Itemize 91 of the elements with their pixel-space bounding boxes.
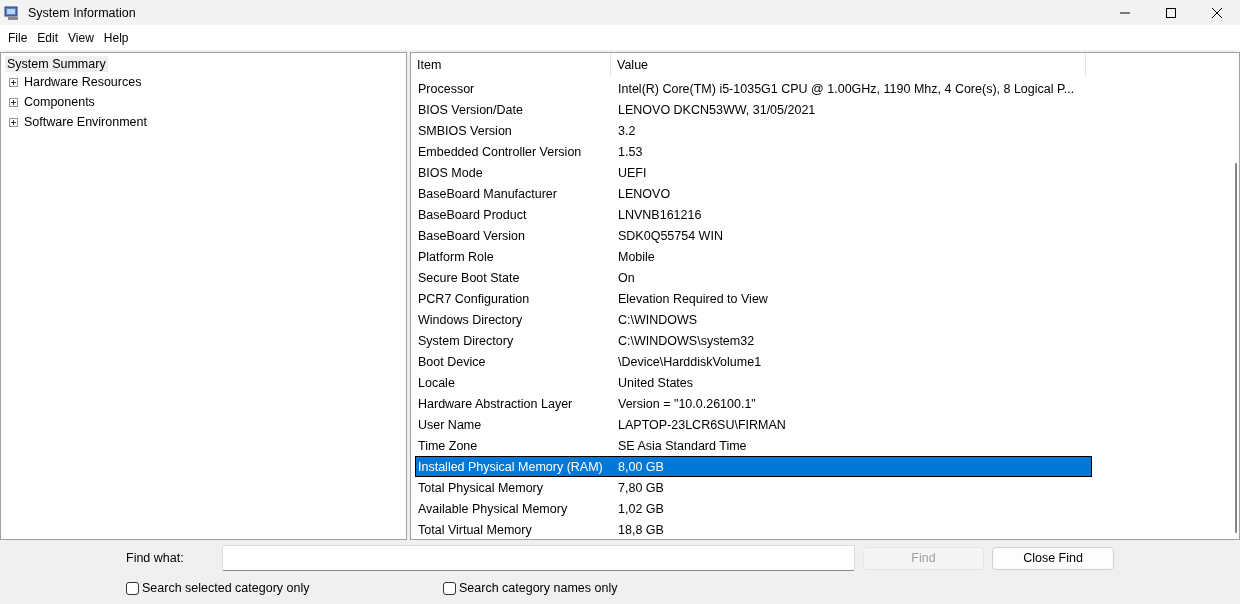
table-row[interactable]: BaseBoard Manufacturer LENOVO xyxy=(415,183,1092,204)
tree-item[interactable]: Components xyxy=(22,94,97,110)
table-cell-text: Secure Boot State xyxy=(417,270,521,285)
table-row[interactable]: Total Virtual Memory 18,8 GB xyxy=(415,519,1092,539)
table-cell-text: Available Physical Memory xyxy=(417,501,569,516)
table-cell-text: SE Asia Standard Time xyxy=(617,438,748,453)
table-cell-text: 1.53 xyxy=(617,144,644,159)
table-cell-text: C:\WINDOWS\system32 xyxy=(617,333,756,348)
table-cell-text: Locale xyxy=(417,375,456,390)
table-row[interactable]: BIOS Version/Date LENOVO DKCN53WW, 31/05/2021 xyxy=(415,99,1092,120)
table-cell-text: Processor xyxy=(417,81,476,96)
table-cell-text: BaseBoard Product xyxy=(417,207,528,222)
table-cell-text: 1,02 GB xyxy=(617,501,665,516)
find-label: Find what: xyxy=(126,551,185,565)
app-icon xyxy=(4,4,20,21)
table-cell-text: Boot Device xyxy=(417,354,487,369)
table-cell-text: Intel(R) Core(TM) i5-1035G1 CPU @ 1.00GHz, 1190 Mhz, 4 Core(s), 8 Logical P... xyxy=(617,81,1076,96)
table-cell-text: Hardware Abstraction Layer xyxy=(417,396,574,411)
table-row[interactable]: SMBIOS Version 3.2 xyxy=(415,120,1092,141)
table-row[interactable]: Boot Device \Device\HarddiskVolume1 xyxy=(415,351,1092,372)
table-row[interactable]: BaseBoard Product LNVNB161216 xyxy=(415,204,1092,225)
table-cell-text: Version = "10.0.26100.1" xyxy=(617,396,757,411)
maximize-icon[interactable] xyxy=(1165,6,1177,19)
tree-item[interactable]: Software Environment xyxy=(22,114,149,130)
menu-item[interactable]: File xyxy=(4,28,32,47)
column-header[interactable]: Value xyxy=(611,53,1086,77)
table-cell-text: 3.2 xyxy=(617,123,637,138)
table-cell-text: Installed Physical Memory (RAM) xyxy=(417,459,604,474)
expand-icon[interactable] xyxy=(9,77,18,87)
table-cell-text: LENOVO DKCN53WW, 31/05/2021 xyxy=(617,102,817,117)
table-row[interactable]: Platform Role Mobile xyxy=(415,246,1092,267)
table-row[interactable]: Windows Directory C:\WINDOWS xyxy=(415,309,1092,330)
checkbox-label[interactable]: Search selected category only xyxy=(142,581,310,595)
table-row[interactable]: Time Zone SE Asia Standard Time xyxy=(415,435,1092,456)
table-row[interactable]: User Name LAPTOP-23LCR6SU\FIRMAN xyxy=(415,414,1092,435)
table-row[interactable]: Processor Intel(R) Core(TM) i5-1035G1 CPU @ 1.00GHz, 1190 Mhz, 4 Core(s), 8 Logical P... xyxy=(415,78,1092,99)
table-cell-text: \Device\HarddiskVolume1 xyxy=(617,354,763,369)
table-cell-text: Elevation Required to View xyxy=(617,291,769,306)
expand-icon[interactable] xyxy=(9,97,18,107)
table-cell-text: Mobile xyxy=(617,249,656,264)
table-cell-text: C:\WINDOWS xyxy=(617,312,699,327)
table-cell-text: User Name xyxy=(417,417,483,432)
table-cell-text: 8,00 GB xyxy=(617,459,665,474)
tree-item[interactable]: Hardware Resources xyxy=(22,74,144,90)
table-row[interactable]: Available Physical Memory 1,02 GB xyxy=(415,498,1092,519)
table-cell-text: BIOS Version/Date xyxy=(417,102,524,117)
table-row[interactable]: Total Physical Memory 7,80 GB xyxy=(415,477,1092,498)
window-title: System Information xyxy=(28,5,136,20)
table-cell-text: United States xyxy=(617,375,695,390)
table-cell-text: SMBIOS Version xyxy=(417,123,513,138)
scrollbar-thumb[interactable] xyxy=(1235,163,1237,533)
checkbox[interactable] xyxy=(443,581,456,595)
table-cell-text: System Directory xyxy=(417,333,515,348)
table-row[interactable]: Locale United States xyxy=(415,372,1092,393)
column-header[interactable]: Item xyxy=(411,53,611,77)
menu-item[interactable]: View xyxy=(64,28,98,47)
table-cell-text: Time Zone xyxy=(417,438,479,453)
table-row[interactable]: Secure Boot State On xyxy=(415,267,1092,288)
table-cell-text: SDK0Q55754 WIN xyxy=(617,228,724,243)
table-row[interactable]: Embedded Controller Version 1.53 xyxy=(415,141,1092,162)
tree-item[interactable]: System Summary xyxy=(5,56,108,72)
close-find-button[interactable]: Close Find xyxy=(992,546,1114,570)
table-cell-text: Embedded Controller Version xyxy=(417,144,583,159)
close-icon[interactable] xyxy=(1211,6,1223,19)
table-row[interactable]: PCR7 Configuration Elevation Required to View xyxy=(415,288,1092,309)
table-cell-text: BaseBoard Manufacturer xyxy=(417,186,558,201)
table-cell-text: On xyxy=(617,270,636,285)
table-cell-text: Platform Role xyxy=(417,249,495,264)
table-cell-text: Total Physical Memory xyxy=(417,480,545,495)
table-cell-text: LENOVO xyxy=(617,186,672,201)
checkbox[interactable] xyxy=(126,581,139,595)
menu-item[interactable]: Help xyxy=(99,28,133,47)
table-row[interactable]: BIOS Mode UEFI xyxy=(415,162,1092,183)
table-row[interactable]: BaseBoard Version SDK0Q55754 WIN xyxy=(415,225,1092,246)
table-cell-text: 18,8 GB xyxy=(617,522,665,537)
checkbox-label[interactable]: Search category names only xyxy=(459,581,618,595)
table-row[interactable]: Installed Physical Memory (RAM) 8,00 GB xyxy=(415,456,1092,477)
find-input[interactable] xyxy=(222,545,855,571)
table-row[interactable]: Hardware Abstraction Layer Version = "10.0.26100.1" xyxy=(415,393,1092,414)
table-cell-text: LNVNB161216 xyxy=(617,207,703,222)
table-cell-text: Total Virtual Memory xyxy=(417,522,533,537)
menu-item[interactable]: Edit xyxy=(33,28,63,47)
table-cell-text: BIOS Mode xyxy=(417,165,484,180)
expand-icon[interactable] xyxy=(9,117,18,127)
table-cell-text: PCR7 Configuration xyxy=(417,291,531,306)
table-cell-text: UEFI xyxy=(617,165,648,180)
table-row[interactable]: System Directory C:\WINDOWS\system32 xyxy=(415,330,1092,351)
table-cell-text: 7,80 GB xyxy=(617,480,665,495)
table-cell-text: Windows Directory xyxy=(417,312,524,327)
table-cell-text: LAPTOP-23LCR6SU\FIRMAN xyxy=(617,417,787,432)
table-cell-text: BaseBoard Version xyxy=(417,228,526,243)
